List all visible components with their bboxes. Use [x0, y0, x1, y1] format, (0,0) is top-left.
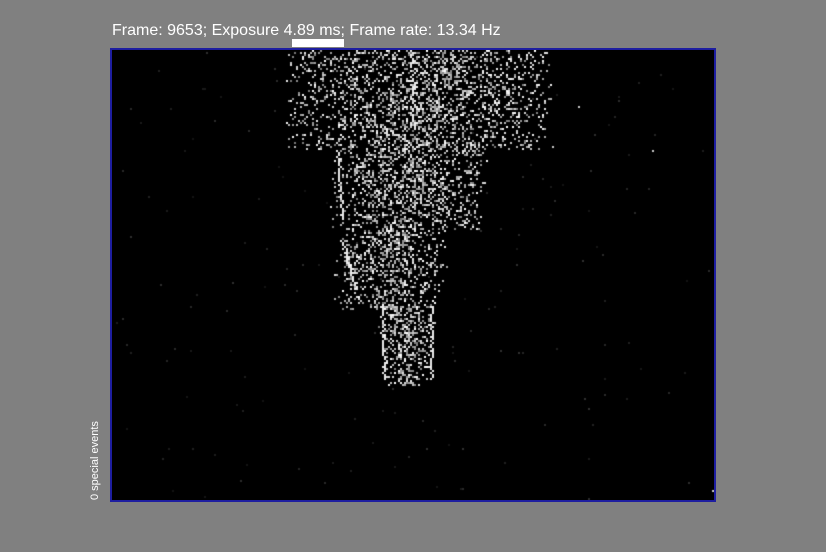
- frame-marker-bar: [292, 39, 344, 47]
- event-frame-view[interactable]: [110, 48, 716, 502]
- frame-info-text: Frame: 9653; Exposure 4.89 ms; Frame rat…: [112, 22, 501, 39]
- event-camera-viewer: { "header": { "frame_info": "Frame: 9653…: [0, 0, 826, 552]
- special-events-label: 0 special events: [89, 421, 101, 500]
- event-pixel-canvas: [112, 50, 714, 500]
